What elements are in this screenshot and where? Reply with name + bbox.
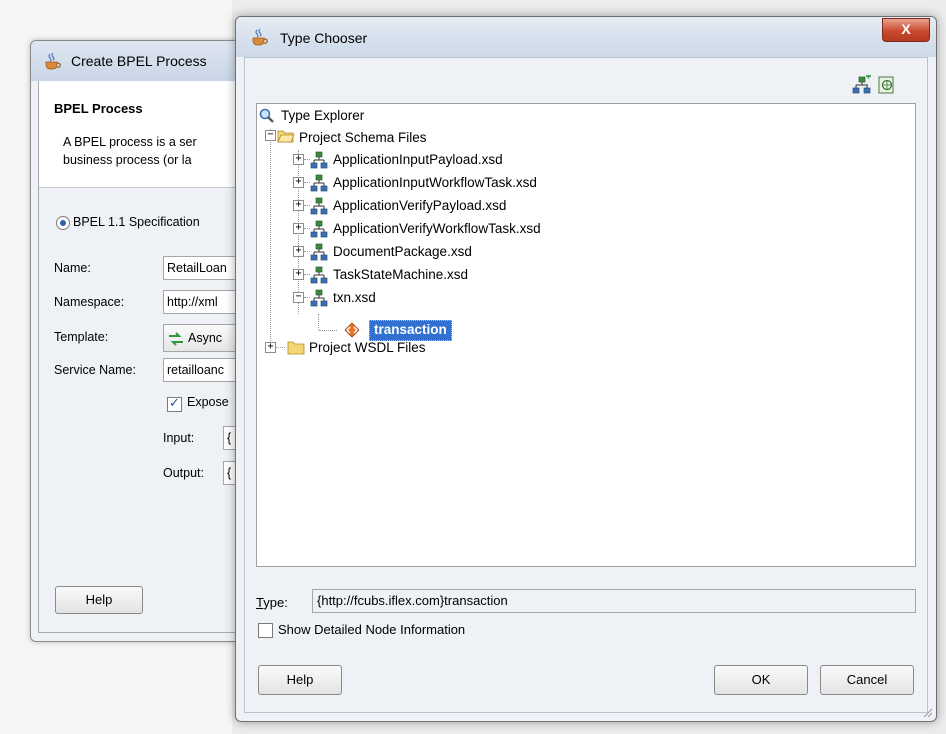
browse-wsdl-icon[interactable] (877, 75, 897, 95)
close-button[interactable]: X (882, 18, 930, 42)
ok-button[interactable]: OK (714, 665, 808, 695)
expand-icon[interactable]: + (293, 269, 304, 280)
schema-file-icon (310, 197, 328, 215)
tree-folder-project-schema-files[interactable]: Project Schema Files (299, 130, 427, 145)
show-detailed-label: Show Detailed Node Information (278, 622, 466, 637)
tree-connector (270, 129, 271, 347)
type-chooser-title: Type Chooser (280, 30, 368, 46)
tree-schema-file[interactable]: ApplicationVerifyPayload.xsd (333, 198, 506, 213)
tree-connector (318, 314, 319, 330)
section-description-line1: A BPEL process is a ser (63, 135, 197, 149)
show-detailed-checkbox[interactable] (258, 623, 273, 638)
template-value: Async (188, 331, 223, 345)
schema-file-icon (310, 289, 328, 307)
input-label: Input: (163, 431, 195, 445)
section-description-line2: business process (or la (63, 153, 192, 167)
java-cup-icon (252, 28, 268, 46)
close-icon: X (901, 21, 911, 37)
tree-root-type-explorer[interactable]: Type Explorer (281, 108, 364, 123)
expand-icon[interactable]: + (293, 223, 304, 234)
type-label: Type: (256, 595, 288, 610)
collapse-icon[interactable]: − (293, 292, 304, 303)
type-chooser-title-bar: Type Chooser X (236, 17, 936, 57)
collapse-icon[interactable]: − (265, 130, 276, 141)
tree-schema-file[interactable]: ApplicationInputPayload.xsd (333, 152, 503, 167)
async-template-icon (169, 331, 183, 346)
schema-file-icon (310, 174, 328, 192)
cancel-button[interactable]: Cancel (820, 665, 914, 695)
bpel-spec-radio[interactable] (56, 216, 70, 230)
expand-icon[interactable]: + (293, 200, 304, 211)
tree-connector (319, 330, 337, 331)
magnifier-icon (259, 108, 274, 123)
folder-icon (287, 341, 305, 355)
element-icon (344, 322, 360, 338)
name-label: Name: (54, 261, 91, 275)
tree-connector (275, 347, 285, 348)
template-label: Template: (54, 330, 109, 344)
expose-label: Expose (187, 395, 229, 409)
tree-schema-file[interactable]: DocumentPackage.xsd (333, 244, 472, 259)
schema-file-icon (310, 243, 328, 261)
service-name-label: Service Name: (54, 363, 136, 377)
namespace-label: Namespace: (54, 295, 125, 309)
java-cup-icon (45, 52, 61, 70)
schema-file-icon (310, 151, 328, 169)
schema-file-icon (310, 220, 328, 238)
schema-file-icon (310, 266, 328, 284)
expand-icon[interactable]: + (293, 246, 304, 257)
bg-help-button[interactable]: Help (55, 586, 143, 614)
type-chooser-dialog: Type Chooser X Type Explorer − Project S… (235, 16, 937, 722)
tree-schema-file[interactable]: ApplicationVerifyWorkflowTask.xsd (333, 221, 541, 236)
tree-schema-file[interactable]: ApplicationInputWorkflowTask.xsd (333, 175, 537, 190)
create-bpel-title: Create BPEL Process (71, 53, 207, 69)
section-title: BPEL Process (54, 101, 143, 116)
tree-schema-file[interactable]: TaskStateMachine.xsd (333, 267, 468, 282)
type-field[interactable]: {http://fcubs.iflex.com}transaction (312, 589, 916, 613)
bpel-spec-label: BPEL 1.1 Specification (73, 215, 200, 229)
import-schema-icon[interactable] (852, 75, 872, 95)
expand-icon[interactable]: + (265, 342, 276, 353)
type-explorer-tree[interactable]: Type Explorer − Project Schema Files + Ap… (256, 103, 916, 567)
tree-element-transaction[interactable]: transaction (369, 320, 452, 341)
expose-checkbox[interactable] (167, 395, 182, 412)
help-button[interactable]: Help (258, 665, 342, 695)
expand-icon[interactable]: + (293, 177, 304, 188)
open-folder-icon (277, 130, 295, 143)
tree-schema-file[interactable]: txn.xsd (333, 290, 376, 305)
tree-folder-project-wsdl-files[interactable]: Project WSDL Files (309, 340, 426, 355)
output-label: Output: (163, 466, 204, 480)
expand-icon[interactable]: + (293, 154, 304, 165)
resize-grip-icon[interactable] (921, 706, 933, 718)
